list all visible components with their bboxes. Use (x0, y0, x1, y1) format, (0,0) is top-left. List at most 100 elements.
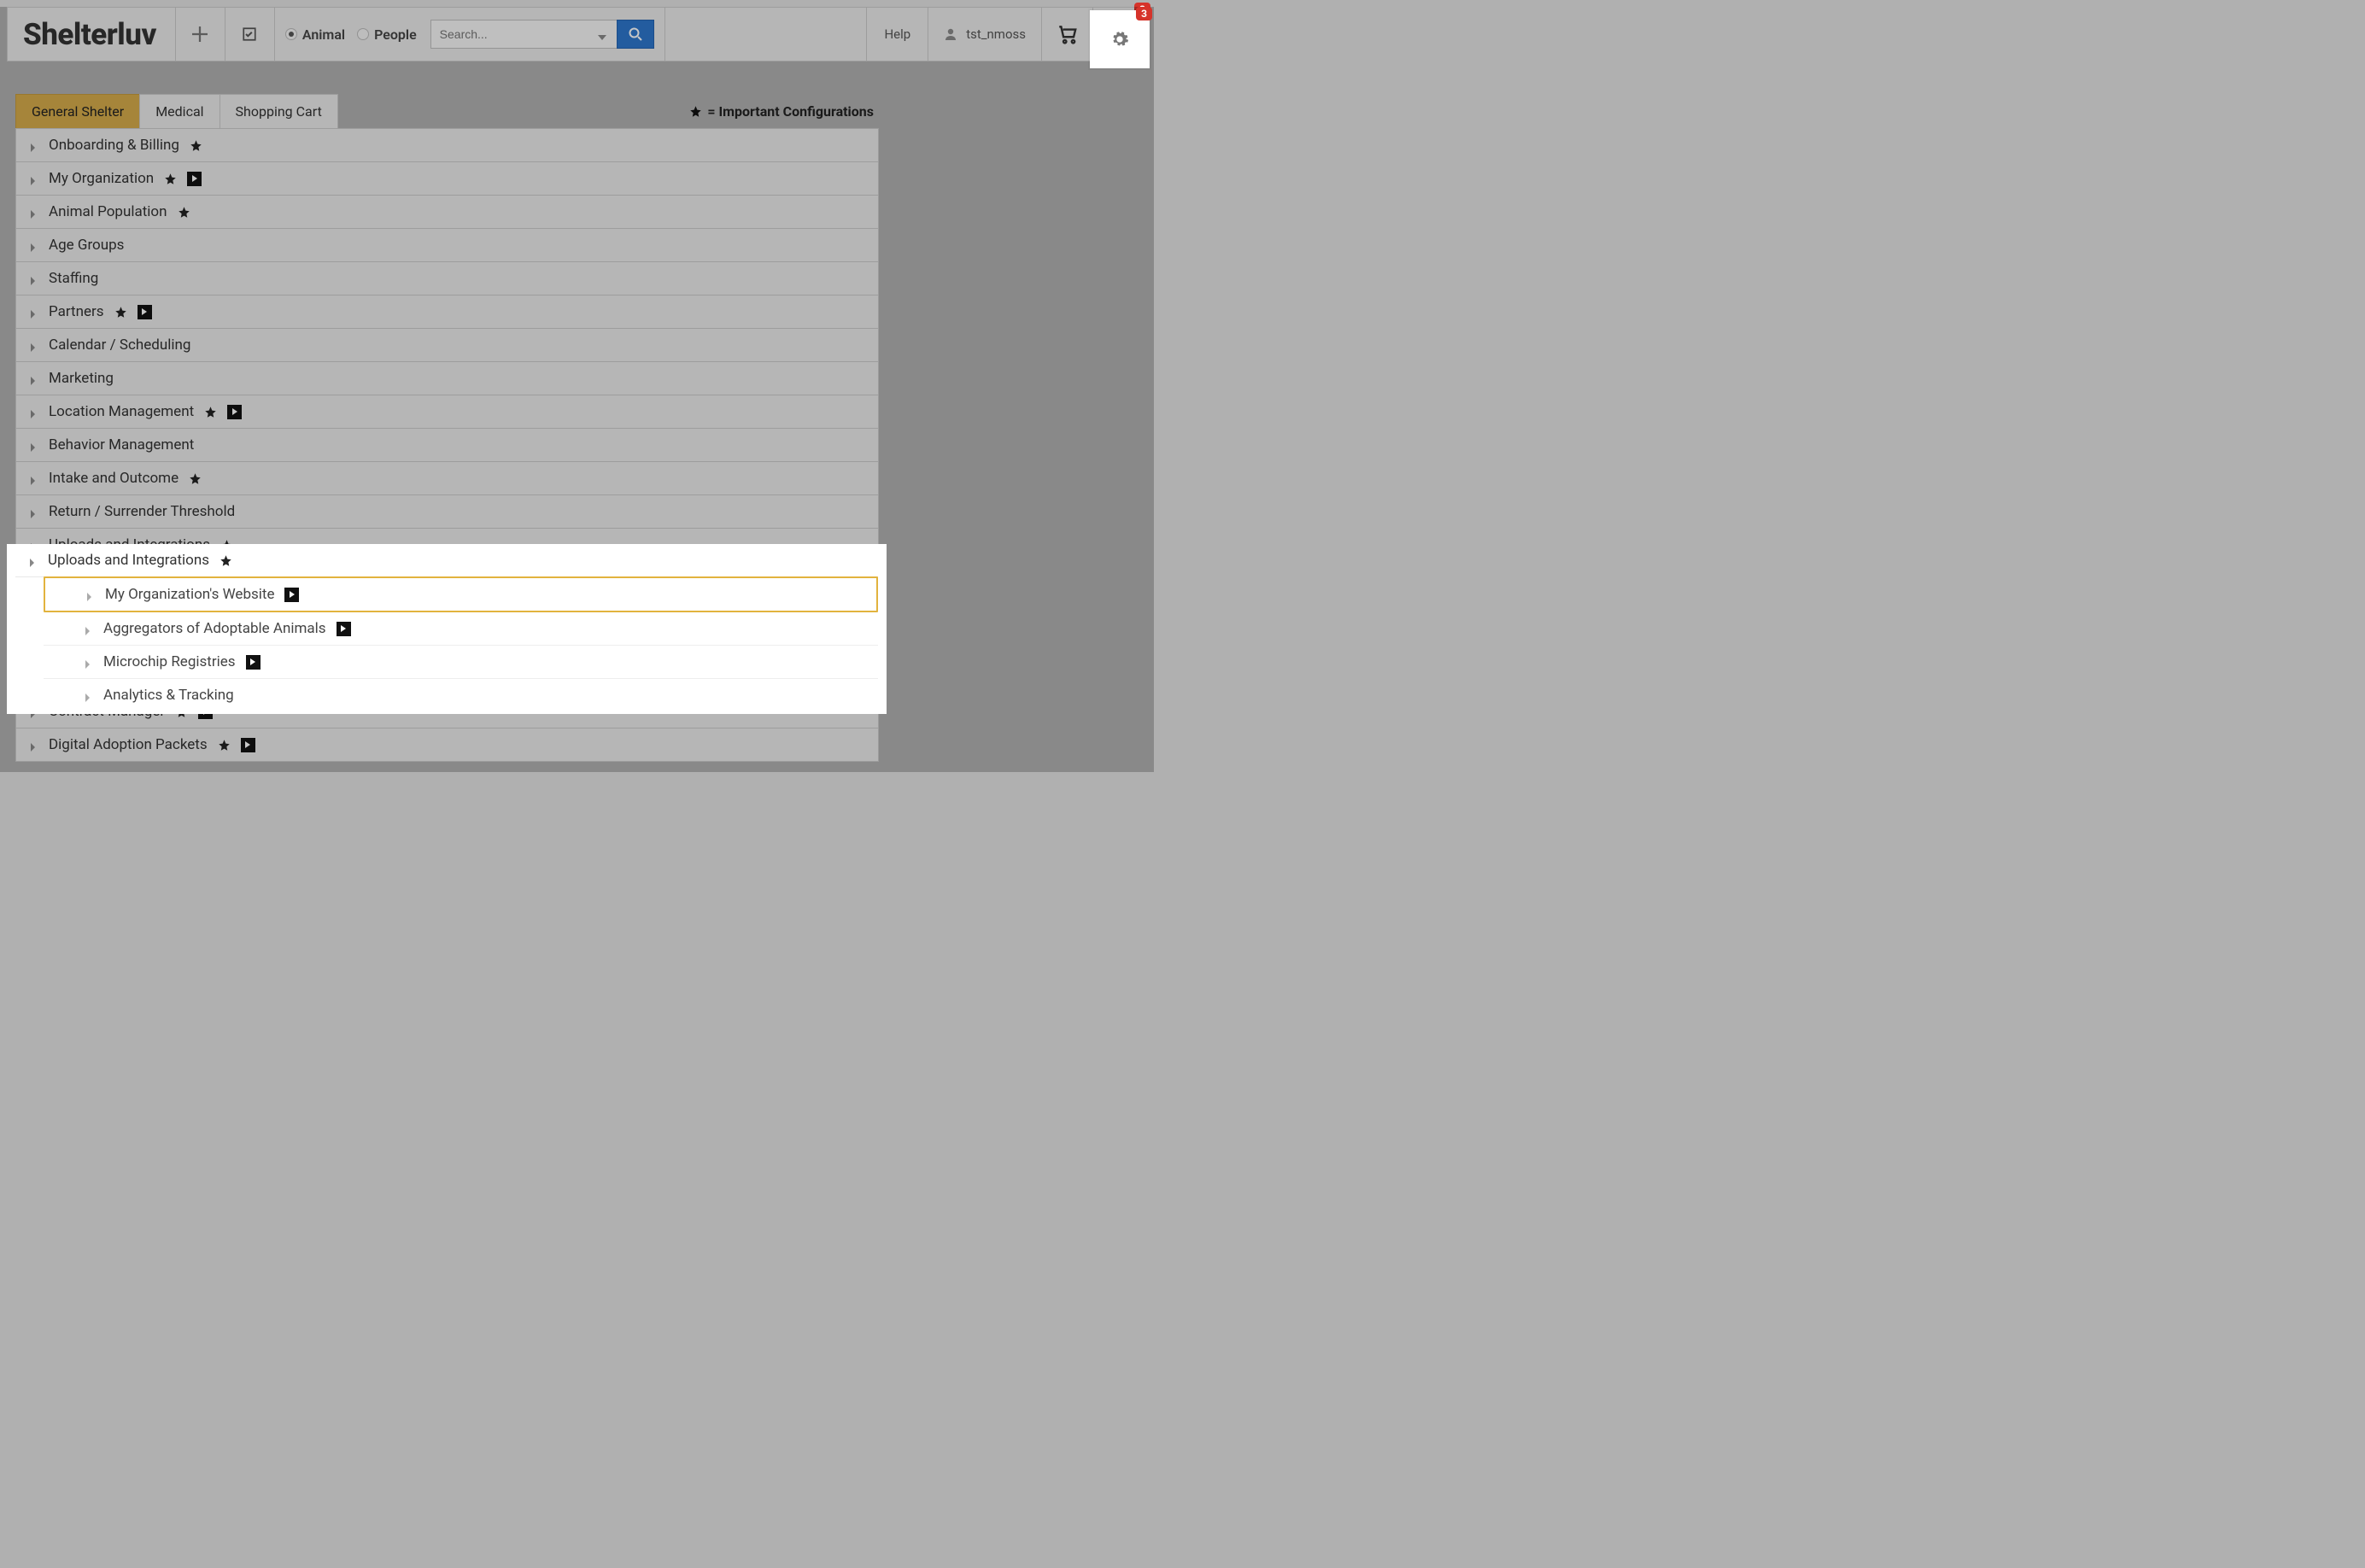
tab-label: Shopping Cart (236, 103, 322, 120)
star-icon (218, 739, 231, 752)
row-label: Behavior Management (49, 436, 194, 453)
search-type-radio: Animal People (285, 26, 417, 43)
chevron-right-icon (85, 589, 95, 600)
user-icon (944, 27, 957, 41)
app-logo[interactable]: Shelterluv (23, 17, 156, 52)
row-label: My Organization (49, 170, 154, 187)
search-button[interactable] (617, 20, 654, 49)
row-label: Staffing (49, 270, 98, 287)
chevron-right-icon (28, 506, 38, 517)
star-icon (689, 105, 702, 118)
chevron-right-icon (28, 740, 38, 750)
search-box (430, 20, 654, 49)
help-label: Help (884, 26, 910, 42)
star-icon (164, 173, 177, 185)
accordion-row-behavior-management[interactable]: Behavior Management (16, 429, 878, 462)
username-label: tst_nmoss (966, 26, 1026, 42)
row-label: Animal Population (49, 203, 167, 220)
tabs: General Shelter Medical Shopping Cart (15, 94, 337, 128)
row-label: Location Management (49, 403, 194, 420)
checklist-icon (242, 26, 257, 42)
accordion-row-marketing[interactable]: Marketing (16, 362, 878, 395)
star-icon (190, 139, 202, 152)
row-label: Intake and Outcome (49, 470, 179, 487)
row-label: Age Groups (49, 237, 124, 254)
radio-animal[interactable]: Animal (285, 26, 345, 43)
chevron-right-icon (28, 473, 38, 483)
tabs-row: General Shelter Medical Shopping Cart = … (7, 94, 1147, 128)
row-label: Microchip Registries (103, 653, 236, 670)
row-label: Calendar / Scheduling (49, 336, 190, 354)
chevron-right-icon (83, 623, 93, 634)
radio-people-label: People (374, 26, 417, 43)
cart-icon (1057, 23, 1079, 45)
video-icon[interactable] (284, 588, 299, 602)
tasks-button[interactable] (225, 8, 275, 61)
tab-label: General Shelter (32, 103, 124, 120)
star-icon (114, 306, 127, 319)
chevron-right-icon (83, 657, 93, 667)
star-icon (178, 206, 190, 219)
chevron-right-icon (28, 340, 38, 350)
legend: = Important Configurations (689, 103, 874, 120)
chevron-right-icon (28, 273, 38, 284)
top-bar: Shelterluv Animal People (7, 7, 1147, 61)
accordion-row-uploads[interactable]: Uploads and Integrations (15, 544, 878, 577)
chevron-right-icon (28, 307, 38, 317)
plus-icon (192, 26, 208, 42)
radio-people[interactable]: People (357, 26, 417, 43)
accordion-row-age-groups[interactable]: Age Groups (16, 229, 878, 262)
chevron-right-icon (28, 240, 38, 250)
row-label: Uploads and Integrations (48, 552, 209, 569)
settings-button[interactable]: 3 (1090, 10, 1150, 68)
video-icon[interactable] (241, 738, 255, 752)
star-icon (220, 554, 232, 567)
user-menu[interactable]: tst_nmoss (928, 8, 1042, 61)
row-label: Digital Adoption Packets (49, 736, 208, 753)
gear-icon (1110, 30, 1129, 49)
uploads-child-aggregators-of-adoptable-animals[interactable]: Aggregators of Adoptable Animals (44, 612, 878, 646)
accordion-row-partners[interactable]: Partners (16, 295, 878, 329)
tab-shopping-cart[interactable]: Shopping Cart (220, 94, 338, 128)
chevron-right-icon (28, 173, 38, 184)
radio-dot-icon (285, 28, 297, 40)
video-icon[interactable] (246, 655, 261, 670)
cart-button[interactable] (1042, 8, 1093, 61)
uploads-child-my-organization-s-website[interactable]: My Organization's Website (44, 576, 878, 612)
video-icon[interactable] (187, 172, 202, 186)
search-input[interactable] (430, 20, 617, 49)
video-icon[interactable] (138, 305, 152, 319)
tab-medical[interactable]: Medical (139, 94, 220, 128)
row-label: My Organization's Website (105, 586, 274, 603)
accordion-row-onboarding-billing[interactable]: Onboarding & Billing (16, 129, 878, 162)
logo-cell: Shelterluv (8, 8, 176, 61)
star-icon (189, 472, 202, 485)
accordion-row-return-surrender-threshold[interactable]: Return / Surrender Threshold (16, 495, 878, 529)
row-label: Analytics & Tracking (103, 687, 234, 704)
row-label: Partners (49, 303, 104, 320)
help-link[interactable]: Help (867, 8, 928, 61)
accordion-row-calendar-scheduling[interactable]: Calendar / Scheduling (16, 329, 878, 362)
accordion-row-my-organization[interactable]: My Organization (16, 162, 878, 196)
video-icon[interactable] (337, 622, 351, 636)
chevron-right-icon (28, 440, 38, 450)
chevron-right-icon (27, 555, 38, 565)
uploads-section-highlight: Uploads and Integrations My Organization… (7, 544, 887, 714)
tab-general-shelter[interactable]: General Shelter (15, 94, 140, 128)
chevron-right-icon (28, 407, 38, 417)
uploads-child-microchip-registries[interactable]: Microchip Registries (44, 646, 878, 679)
uploads-child-analytics-tracking[interactable]: Analytics & Tracking (44, 679, 878, 711)
chevron-right-icon (28, 140, 38, 150)
chevron-right-icon (28, 207, 38, 217)
accordion-row-location-management[interactable]: Location Management (16, 395, 878, 429)
search-cell: Animal People (275, 8, 665, 61)
row-label: Marketing (49, 370, 114, 387)
gear-badge: 3 (1136, 7, 1152, 20)
accordion-row-intake-and-outcome[interactable]: Intake and Outcome (16, 462, 878, 495)
add-button[interactable] (176, 8, 225, 61)
accordion-row-animal-population[interactable]: Animal Population (16, 196, 878, 229)
topbar-spacer (665, 8, 868, 61)
accordion-row-staffing[interactable]: Staffing (16, 262, 878, 295)
video-icon[interactable] (227, 405, 242, 419)
accordion-row-digital-adoption-packets[interactable]: Digital Adoption Packets (16, 728, 878, 761)
